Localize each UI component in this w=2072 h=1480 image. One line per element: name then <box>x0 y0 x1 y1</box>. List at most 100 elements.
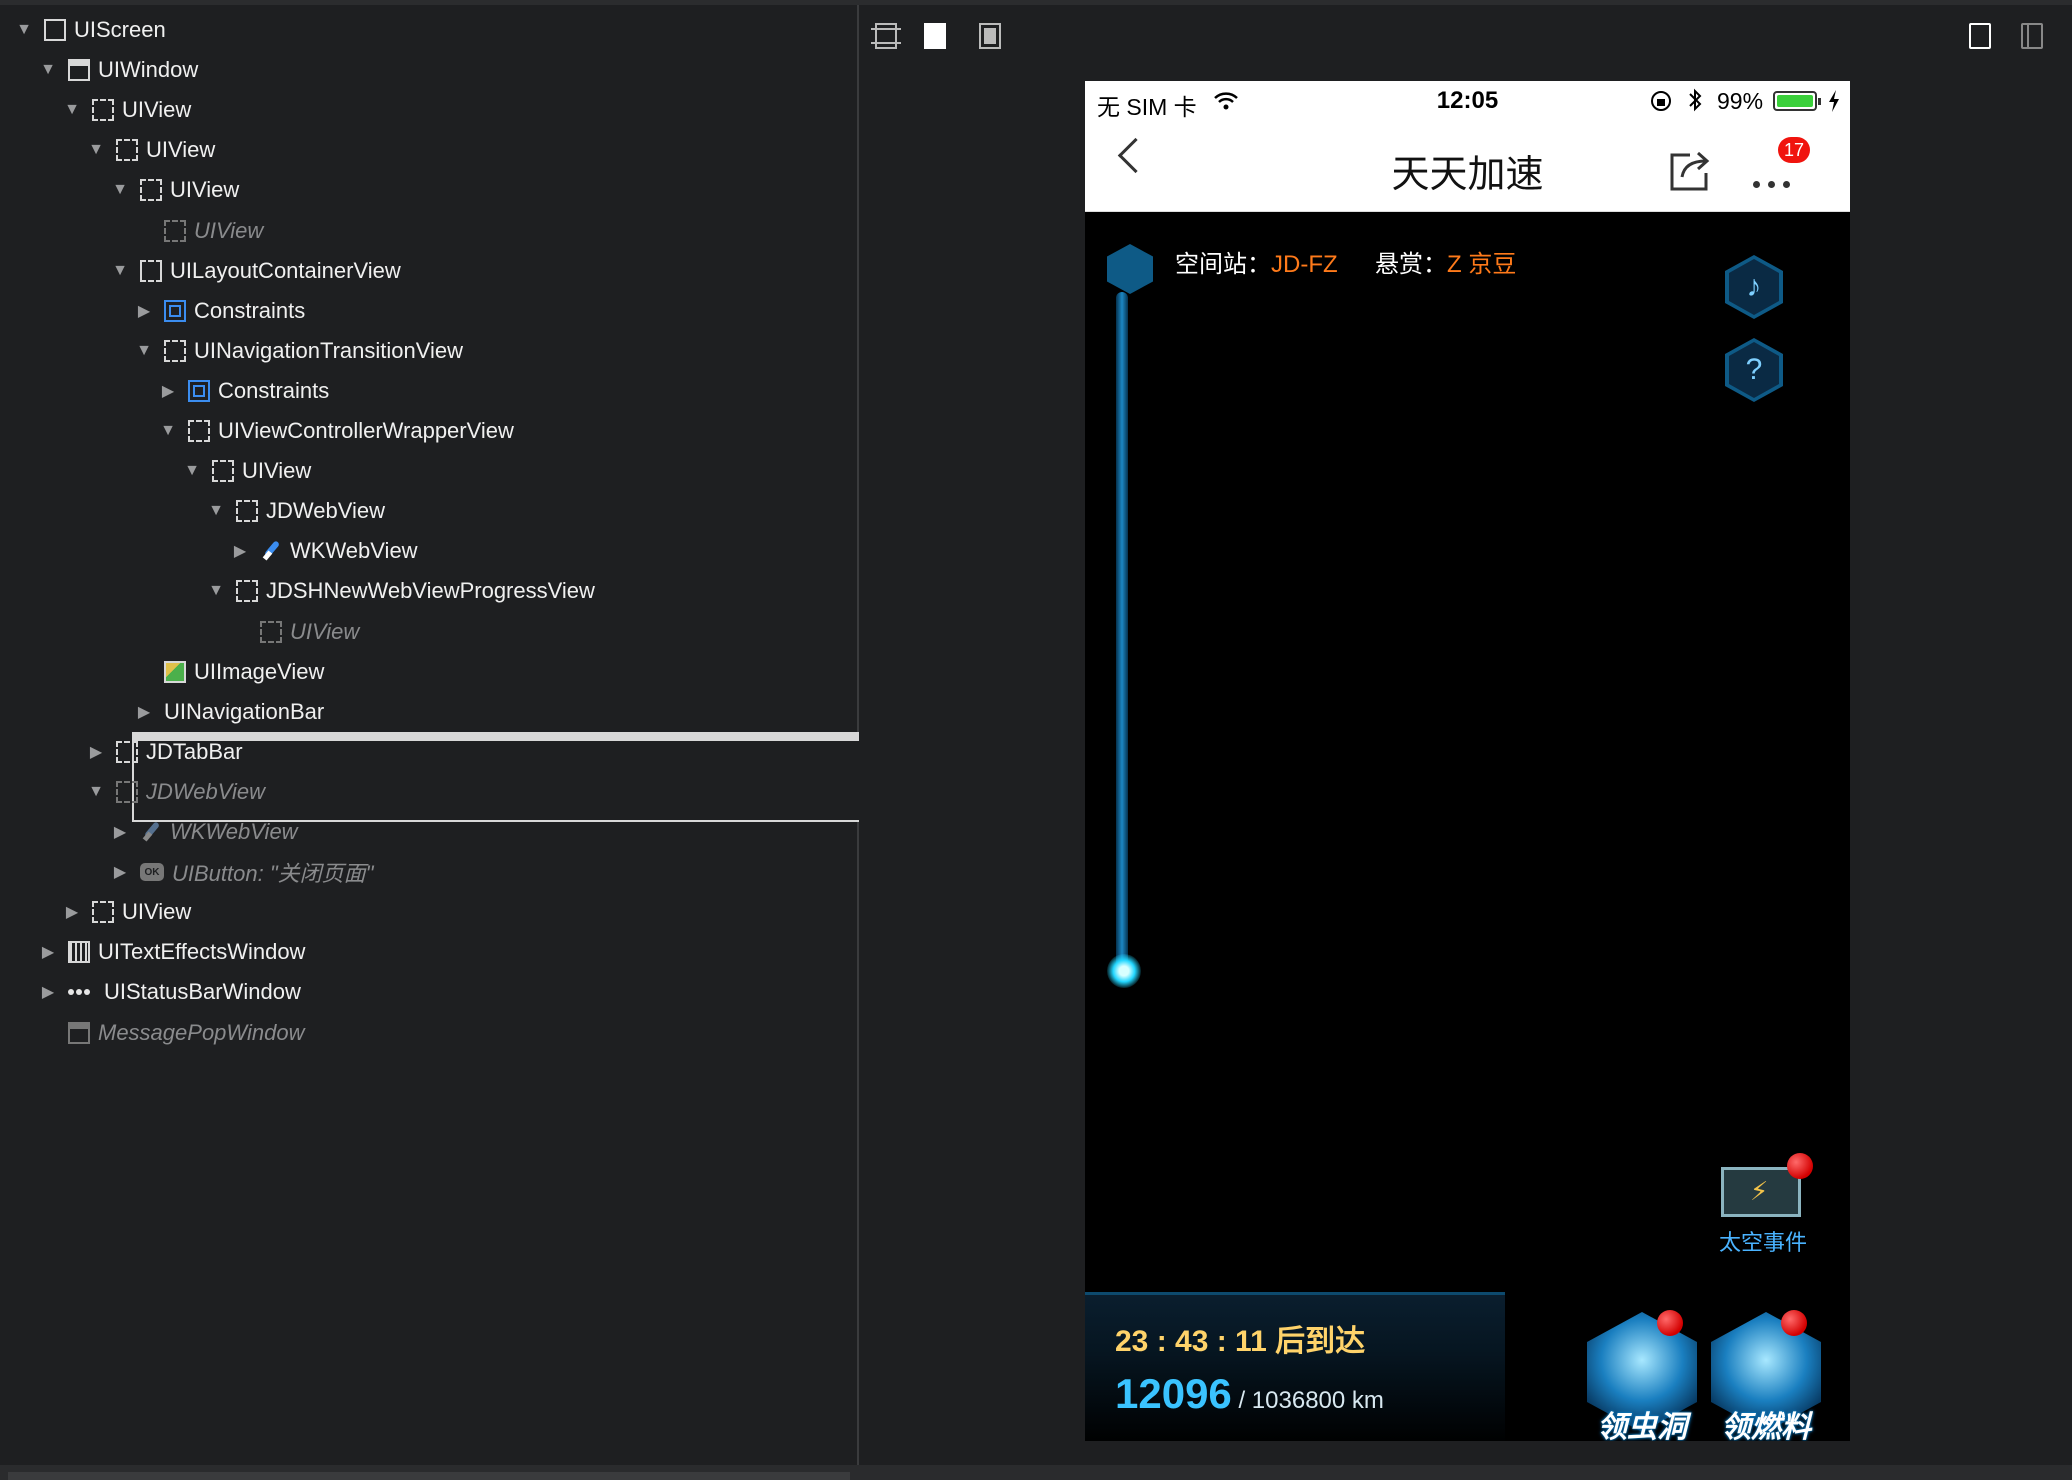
hierarchy-row-label: UIScreen <box>74 17 166 42</box>
fuel-label[interactable]: 领燃料 <box>1706 1402 1826 1441</box>
hierarchy-row[interactable]: ▼ UIViewControllerWrapperView <box>156 411 514 451</box>
hierarchy-row[interactable]: ▶ WKWebView <box>228 531 418 571</box>
wormhole-label[interactable]: 领虫洞 <box>1582 1402 1702 1441</box>
disclosure-expanded-icon[interactable]: ▼ <box>60 98 84 122</box>
hierarchy-row[interactable]: UIView <box>228 612 359 652</box>
hierarchy-row[interactable]: ▼ UIWindow <box>36 50 198 90</box>
hierarchy-row[interactable]: ▶ JDTabBar <box>84 732 243 772</box>
disclosure-expanded-icon[interactable]: ▼ <box>204 499 228 523</box>
dash-icon <box>116 780 138 803</box>
hierarchy-row[interactable]: MessagePopWindow <box>36 1013 304 1053</box>
hierarchy-row[interactable]: ▼ UILayoutContainerView <box>108 251 401 291</box>
disclosure-collapsed-icon[interactable]: ▶ <box>108 860 132 884</box>
frame-toggle-icon[interactable] <box>871 23 901 49</box>
share-icon[interactable] <box>1668 149 1712 193</box>
space-event-icon[interactable] <box>1721 1167 1801 1217</box>
hierarchy-row[interactable]: ▶ WKWebView <box>108 812 298 852</box>
more-icon[interactable] <box>1753 181 1803 188</box>
disclosure-collapsed-icon[interactable]: ▶ <box>156 379 180 403</box>
hierarchy-row-label: UIButton: "关闭页面" <box>172 861 374 887</box>
disclosure-expanded-icon[interactable]: ▼ <box>12 18 36 42</box>
button-icon: OK <box>140 863 164 882</box>
charging-bolt-icon <box>1829 90 1839 112</box>
wormhole-alert-dot <box>1657 1310 1683 1336</box>
disclosure-collapsed-icon[interactable]: ▶ <box>84 740 108 764</box>
hierarchy-row[interactable]: ▶ UITextEffectsWindow <box>36 932 306 972</box>
disclosure-collapsed-icon[interactable]: ▶ <box>108 820 132 844</box>
bottom-bar <box>0 1465 2072 1480</box>
distance-current: 12096 <box>1115 1370 1232 1417</box>
hierarchy-row[interactable]: ▼ JDWebView <box>84 772 265 812</box>
phone-screen[interactable]: 无 SIM 卡 12:05 99% 天天加速 17 空间站：JD-FZ 悬赏：Z… <box>1085 81 1850 1441</box>
dash-icon <box>116 740 138 763</box>
disclosure-expanded-icon[interactable]: ▼ <box>204 579 228 603</box>
fuel-alert-dot <box>1781 1310 1807 1336</box>
game-webview[interactable]: 空间站：JD-FZ 悬赏：Z 京豆 ♪ ? 太空事件 23 : 43 : 11 … <box>1085 212 1850 1441</box>
hierarchy-row[interactable]: ▶ UIView <box>60 892 191 932</box>
distance-readout: 12096 / 1036800 km <box>1115 1370 1384 1418</box>
disclosure-expanded-icon[interactable]: ▼ <box>180 459 204 483</box>
hierarchy-row[interactable]: ▼ UINavigationTransitionView <box>132 331 463 371</box>
hierarchy-row[interactable]: ▶ Constraints <box>132 291 305 331</box>
disclosure-expanded-icon[interactable]: ▼ <box>108 259 132 283</box>
dots-icon <box>68 981 96 1003</box>
hierarchy-row[interactable]: ▶ UINavigationBar <box>132 692 897 822</box>
disclosure-expanded-icon[interactable]: ▼ <box>36 58 60 82</box>
disclosure-expanded-icon[interactable]: ▼ <box>156 419 180 443</box>
hierarchy-row-label: JDWebView <box>146 778 266 804</box>
device-split-icon[interactable] <box>2021 23 2043 49</box>
disclosure-collapsed-icon[interactable]: ▶ <box>132 700 156 724</box>
navigation-bar: 天天加速 17 <box>1085 121 1850 212</box>
ship-glow-icon <box>1107 954 1141 988</box>
distance-total: / 1036800 km <box>1231 1387 1384 1414</box>
hierarchy-row-label: JDSHNewWebViewProgressView <box>266 578 595 604</box>
disclosure-collapsed-icon[interactable]: ▶ <box>228 539 252 563</box>
hierarchy-row[interactable]: ▶ OK UIButton: "关闭页面" <box>108 852 374 892</box>
hierarchy-row-label: JDTabBar <box>146 738 243 764</box>
hierarchy-row[interactable]: ▼ UIView <box>108 170 239 210</box>
hierarchy-row[interactable]: ▼ JDWebView <box>204 491 385 531</box>
disclosure-collapsed-icon[interactable]: ▶ <box>36 980 60 1004</box>
hierarchy-row[interactable]: UIView <box>132 211 263 251</box>
hierarchy-row-label: UILayoutContainerView <box>170 257 401 283</box>
content-toggle-icon[interactable] <box>924 23 946 49</box>
progress-rail <box>1116 292 1128 972</box>
hierarchy-row[interactable]: ▼ UIView <box>60 90 191 130</box>
help-button[interactable]: ? <box>1725 338 1783 402</box>
disclosure-expanded-icon[interactable]: ▼ <box>84 138 108 162</box>
disclosure-collapsed-icon[interactable]: ▶ <box>36 940 60 964</box>
hierarchy-row[interactable]: ▼ UIView <box>84 130 215 170</box>
event-alert-dot <box>1787 1153 1813 1179</box>
hierarchy-row-label: MessagePopWindow <box>98 1019 305 1045</box>
hierarchy-row[interactable]: UIImageView <box>132 652 324 692</box>
hierarchy-row-label: UIView <box>194 217 264 243</box>
view-hierarchy-panel[interactable]: ▼ UIScreen ▼ UIWindow ▼ UIView ▼ UIView ▼ UIView U… <box>0 5 897 1465</box>
disclosure-collapsed-icon[interactable]: ▶ <box>132 299 156 323</box>
dash-icon <box>188 420 210 442</box>
constraint-icon <box>188 379 210 402</box>
hierarchy-row-label: WKWebView <box>170 819 298 844</box>
hierarchy-row-label: UIView <box>146 137 216 163</box>
hierarchy-row[interactable]: ▶ Constraints <box>156 371 329 411</box>
orientation-lock-icon <box>1651 91 1671 111</box>
window-icon <box>68 59 90 82</box>
disclosure-collapsed-icon[interactable]: ▶ <box>60 900 84 924</box>
music-button[interactable]: ♪ <box>1725 255 1783 319</box>
disclosure-expanded-icon[interactable]: ▼ <box>132 339 156 363</box>
screen-icon <box>44 19 66 41</box>
hierarchy-row[interactable]: ▼ UIScreen <box>12 10 166 50</box>
battery-percent: 99% <box>1717 88 1764 114</box>
disclosure-expanded-icon[interactable]: ▼ <box>108 178 132 202</box>
disclosure-expanded-icon[interactable]: ▼ <box>84 780 108 804</box>
clip-toggle-icon[interactable] <box>979 23 1001 49</box>
layout-icon <box>140 259 162 282</box>
hierarchy-row[interactable]: ▼ JDSHNewWebViewProgressView <box>204 571 595 611</box>
hierarchy-row[interactable]: ▼ UIView <box>180 451 311 491</box>
reward-label: 悬赏： <box>1375 251 1447 278</box>
hierarchy-row-label: UIView <box>170 177 240 203</box>
hierarchy-row[interactable]: ▶ UIStatusBarWindow <box>36 972 301 1012</box>
space-event-label[interactable]: 太空事件 <box>1719 1225 1807 1257</box>
device-portrait-icon[interactable] <box>1969 23 1991 49</box>
window-icon <box>68 1021 90 1044</box>
